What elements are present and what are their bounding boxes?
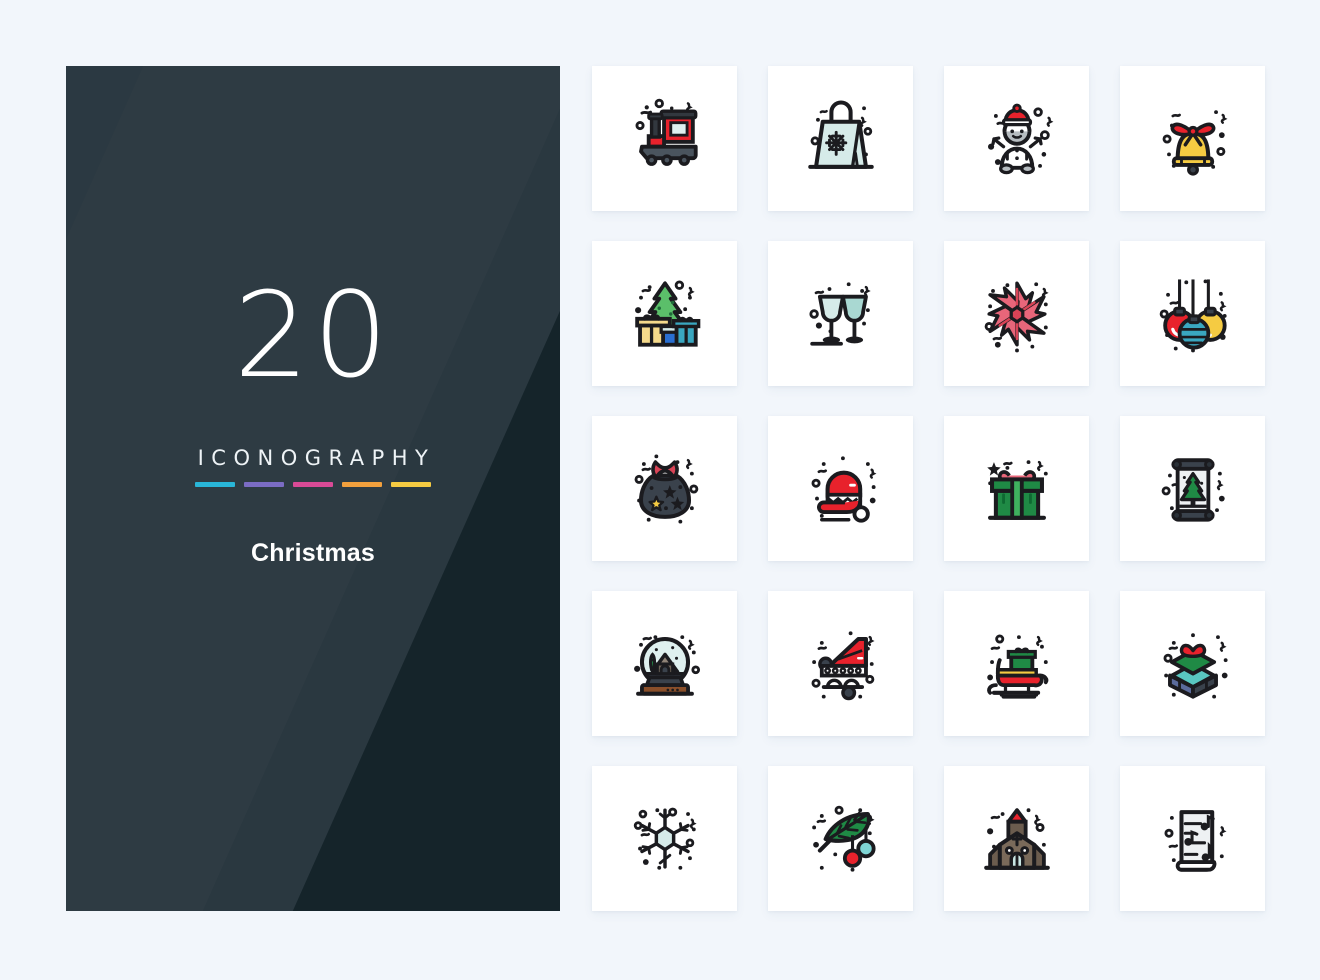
santa-sack-icon: [634, 453, 698, 524]
church-icon: [983, 807, 1050, 870]
bar-cyan: [195, 482, 235, 487]
accent-bars: [195, 482, 431, 487]
gift-bag-icon: [807, 100, 874, 169]
santa-sleigh-cart-icon: [811, 630, 875, 700]
icon-card-gift-box[interactable]: [944, 416, 1089, 561]
bar-purple: [244, 482, 284, 487]
icon-card-santa-sack[interactable]: [592, 416, 737, 561]
icon-card-baubles[interactable]: [1120, 241, 1265, 386]
page-title: Christmas: [250, 539, 376, 567]
poinsettia-icon: [984, 281, 1049, 352]
santa-hat-icon: [811, 455, 876, 523]
tree-with-gifts-icon: [634, 279, 700, 347]
icon-card-music-sheet[interactable]: [1120, 766, 1265, 911]
icon-grid: [592, 66, 1265, 911]
icon-card-snow-globe[interactable]: [592, 591, 737, 736]
snowflake-icon: [633, 807, 697, 870]
snowman-icon: [987, 103, 1053, 174]
toy-train-icon: [635, 98, 698, 166]
icon-card-poinsettia[interactable]: [944, 241, 1089, 386]
baubles-icon: [1159, 278, 1227, 352]
scroll-tree-icon: [1161, 457, 1225, 522]
bar-pink: [293, 482, 333, 487]
poster-canvas: 20 ICONOGRAPHY Christmas: [0, 0, 1320, 980]
icon-card-mistletoe[interactable]: [768, 766, 913, 911]
music-sheet-icon: [1163, 809, 1227, 872]
sleigh-gift-icon: [986, 634, 1048, 699]
icon-card-santa-hat[interactable]: [768, 416, 913, 561]
mistletoe-icon: [811, 805, 876, 872]
bar-yellow: [391, 482, 431, 487]
christmas-bell-icon: [1162, 109, 1227, 176]
icon-card-gift-stack[interactable]: [1120, 591, 1265, 736]
icon-card-champagne-glasses[interactable]: [768, 241, 913, 386]
icon-count: 20: [233, 266, 393, 404]
icon-card-toy-train[interactable]: [592, 66, 737, 211]
champagne-glasses-icon: [808, 281, 871, 346]
icon-card-santa-cart[interactable]: [768, 591, 913, 736]
icon-card-tree-with-gifts[interactable]: [592, 241, 737, 386]
icon-card-sleigh-gift[interactable]: [944, 591, 1089, 736]
gift-box-icon: [986, 459, 1048, 520]
icon-card-snowman[interactable]: [944, 66, 1089, 211]
icon-card-gift-bag[interactable]: [768, 66, 913, 211]
iconography-label: ICONOGRAPHY: [197, 446, 436, 470]
gift-stack-icon: [1163, 632, 1228, 699]
icon-card-church[interactable]: [944, 766, 1089, 911]
icon-card-christmas-bell[interactable]: [1120, 66, 1265, 211]
icon-card-scroll-tree[interactable]: [1120, 416, 1265, 561]
snow-globe-icon: [633, 634, 700, 696]
icon-card-snowflake[interactable]: [592, 766, 737, 911]
cover-panel: 20 ICONOGRAPHY Christmas: [66, 66, 560, 911]
bar-orange: [342, 482, 382, 487]
